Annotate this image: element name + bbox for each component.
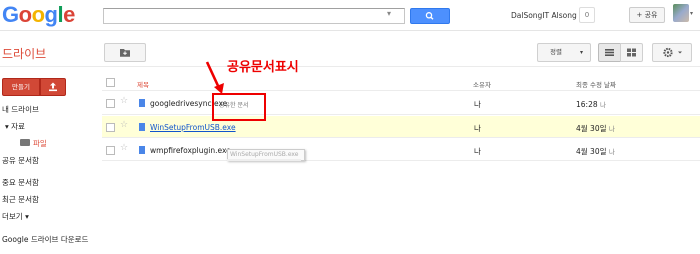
search-options-caret-icon[interactable]: ▾ (387, 9, 391, 18)
folder-icon (20, 139, 30, 146)
drag-tooltip-shadow (227, 159, 301, 161)
app-title[interactable]: 드라이브 (2, 45, 46, 62)
star-icon[interactable]: ☆ (120, 96, 128, 106)
list-view-button[interactable] (598, 43, 621, 62)
sidebar-item-files[interactable]: 파일 (33, 138, 47, 149)
grid-view-button[interactable] (620, 43, 643, 62)
toolbar-divider (0, 66, 700, 67)
gear-icon (663, 47, 682, 58)
select-all-checkbox[interactable] (106, 78, 115, 87)
create-button[interactable]: 만들기 (2, 78, 40, 96)
file-icon (139, 146, 145, 154)
annotation-arrow-icon (205, 61, 224, 94)
search-icon (425, 12, 434, 20)
sidebar-item-my-drive[interactable]: 내 드라이브 (2, 104, 39, 115)
new-folder-button[interactable] (104, 43, 146, 62)
grid-view-icon (627, 48, 636, 57)
avatar[interactable] (673, 4, 689, 22)
file-modified: 4월 30일 나 (576, 124, 615, 133)
file-owner: 나 (474, 124, 481, 133)
list-header-divider (102, 90, 700, 91)
google-logo[interactable]: Google (2, 2, 75, 28)
annotation-label: 공유문서표시 (227, 60, 299, 75)
column-title[interactable]: 제목 (137, 79, 149, 89)
settings-button[interactable] (652, 43, 692, 62)
row-checkbox[interactable] (106, 146, 115, 155)
sidebar-item-recent[interactable]: 최근 문서함 (2, 194, 39, 205)
share-button[interactable]: + 공유 (629, 7, 665, 23)
search-input[interactable] (103, 8, 405, 24)
header-divider (0, 30, 700, 31)
user-name[interactable]: DalSongIT Alsong (511, 11, 577, 20)
folder-plus-icon (120, 49, 130, 57)
download-drive-link[interactable]: Google 드라이브 다운로드 (2, 234, 88, 245)
file-name[interactable]: WinSetupFromUSB.exe (150, 123, 236, 132)
sidebar-item-materials[interactable]: ▾ 자료 (5, 121, 25, 132)
column-owner[interactable]: 소유자 (473, 79, 491, 89)
star-icon[interactable]: ☆ (120, 120, 128, 130)
sidebar-item-more[interactable]: 더보기 ▾ (2, 211, 29, 222)
search-button[interactable] (410, 8, 450, 24)
file-name[interactable]: wmpfirefoxplugin.exe (150, 146, 231, 155)
sort-dropdown[interactable]: 정렬 ▾ (537, 43, 591, 62)
file-modified: 4월 30일 나 (576, 147, 615, 156)
row-checkbox[interactable] (106, 99, 115, 108)
file-modified: 16:28 나 (576, 100, 606, 109)
account-caret-icon[interactable]: ▾ (690, 10, 693, 17)
sidebar-item-shared[interactable]: 공유 문서함 (2, 155, 39, 166)
row-checkbox[interactable] (106, 123, 115, 132)
annotation-highlight-box (212, 93, 266, 121)
upload-button[interactable] (40, 78, 66, 96)
chevron-down-icon: ▾ (580, 49, 584, 56)
column-modified[interactable]: 최종 수정 날짜 (576, 79, 616, 89)
file-owner: 나 (474, 100, 481, 109)
file-icon (139, 123, 145, 131)
file-icon (139, 99, 145, 107)
upload-icon (49, 82, 57, 92)
star-icon[interactable]: ☆ (120, 143, 128, 153)
list-view-icon (605, 49, 614, 56)
file-owner: 나 (474, 147, 481, 156)
notifications-count[interactable]: 0 (579, 7, 595, 23)
sidebar-item-starred[interactable]: 중요 문서함 (2, 177, 39, 188)
sort-label: 정렬 (550, 48, 562, 56)
